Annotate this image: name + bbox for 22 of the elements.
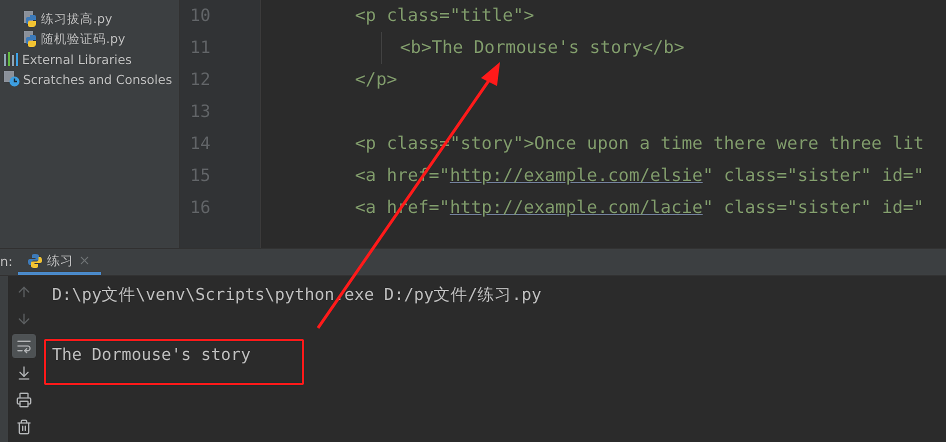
trash-icon — [16, 419, 32, 435]
code-line: <p class="title"> — [355, 6, 534, 26]
soft-wrap-button[interactable] — [12, 334, 36, 358]
scratch-clock-icon — [4, 71, 20, 87]
python-icon — [28, 254, 42, 268]
up-arrow-icon — [16, 284, 32, 300]
soft-wrap-icon — [16, 338, 32, 354]
tree-item[interactable]: 练习拔高.py — [41, 10, 112, 28]
code-line: </p> — [355, 70, 398, 90]
close-icon[interactable] — [78, 254, 91, 267]
code-line: <b>The Dormouse's story</b> — [400, 38, 684, 58]
python-file-icon — [24, 31, 38, 47]
print-icon — [16, 392, 32, 408]
down-arrow-icon — [16, 311, 32, 327]
tree-item[interactable]: External Libraries — [22, 52, 132, 66]
library-icon — [4, 52, 19, 66]
console-line: The Dormouse's story — [52, 345, 251, 364]
scroll-to-end-icon — [16, 365, 32, 381]
run-label: n: — [0, 254, 14, 272]
python-file-icon — [24, 11, 38, 27]
tree-item[interactable]: Scratches and Consoles — [23, 72, 172, 86]
tree-item[interactable]: 随机验证码.py — [41, 30, 126, 48]
